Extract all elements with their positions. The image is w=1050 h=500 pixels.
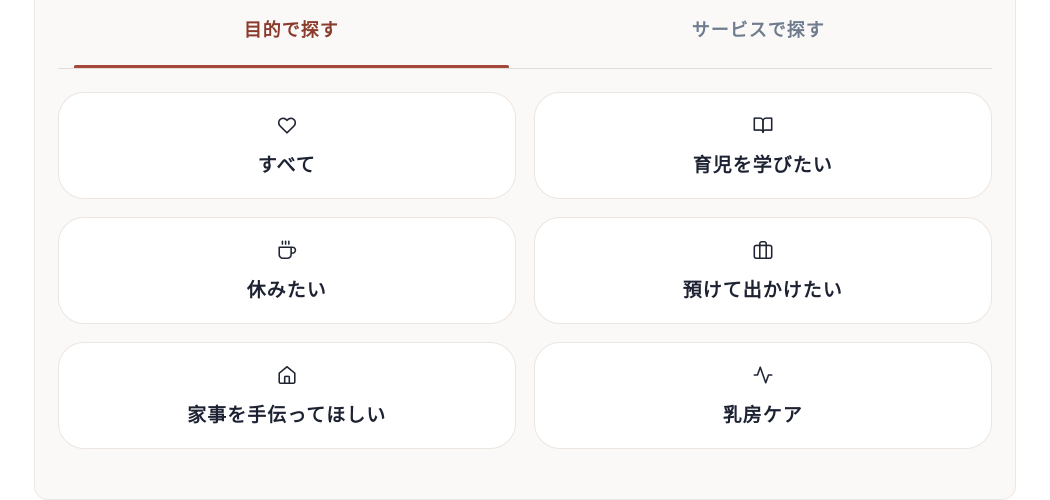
purpose-card-housework-help[interactable]: 家事を手伝ってほしい [58,342,516,449]
activity-pulse-icon [752,364,774,386]
card-label: 乳房ケア [722,404,803,426]
heart-icon [276,114,298,136]
tab-search-by-purpose[interactable]: 目的で探す [58,0,525,69]
coffee-cup-icon [276,239,298,261]
card-label: すべて [258,154,316,176]
search-tabs: 目的で探す サービスで探す [58,0,992,69]
tabs-divider [58,68,992,69]
purpose-card-learn-parenting[interactable]: 育児を学びたい [534,92,992,199]
tab-label: サービスで探す [692,19,825,41]
purpose-card-all[interactable]: すべて [58,92,516,199]
card-label: 休みたい [246,279,327,301]
briefcase-icon [752,239,774,261]
card-label: 預けて出かけたい [682,279,843,301]
card-label: 育児を学びたい [692,154,833,176]
book-open-icon [752,114,774,136]
home-icon [276,364,298,386]
tab-search-by-service[interactable]: サービスで探す [525,0,992,69]
purpose-card-breast-care[interactable]: 乳房ケア [534,342,992,449]
card-label: 家事を手伝ってほしい [187,404,387,426]
purpose-grid: すべて 育児を学びたい 休みたい 預けて出かけたい 家事を手伝ってほしい 乳房ケ… [58,92,992,449]
tab-label: 目的で探す [244,19,339,41]
purpose-card-childcare-outing[interactable]: 預けて出かけたい [534,217,992,324]
purpose-card-rest[interactable]: 休みたい [58,217,516,324]
